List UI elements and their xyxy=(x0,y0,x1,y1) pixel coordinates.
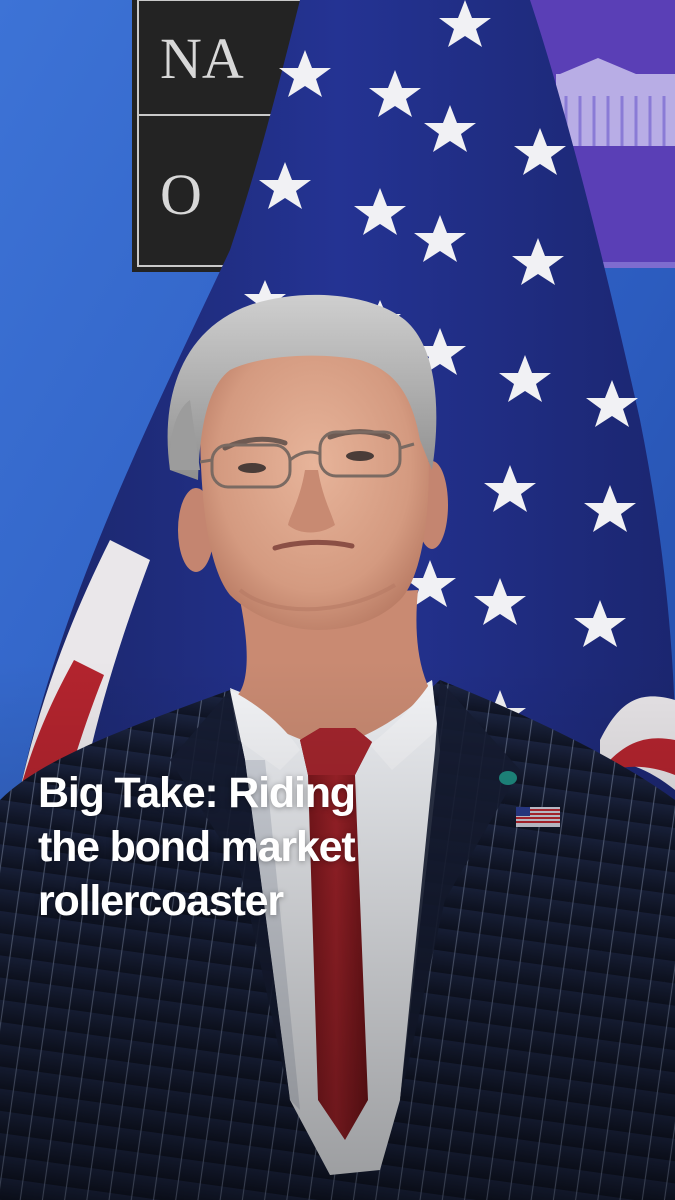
headline-line-1: Big Take: Riding xyxy=(38,769,356,817)
video-frame: NA O xyxy=(0,0,675,1200)
headline-line-2: the bond market xyxy=(38,823,356,871)
headline-line-3: rollercoaster xyxy=(38,877,284,925)
press-conference-photo: NA O xyxy=(0,0,675,1200)
headline-title: Big Take: Riding the bond market rollerc… xyxy=(38,766,458,928)
